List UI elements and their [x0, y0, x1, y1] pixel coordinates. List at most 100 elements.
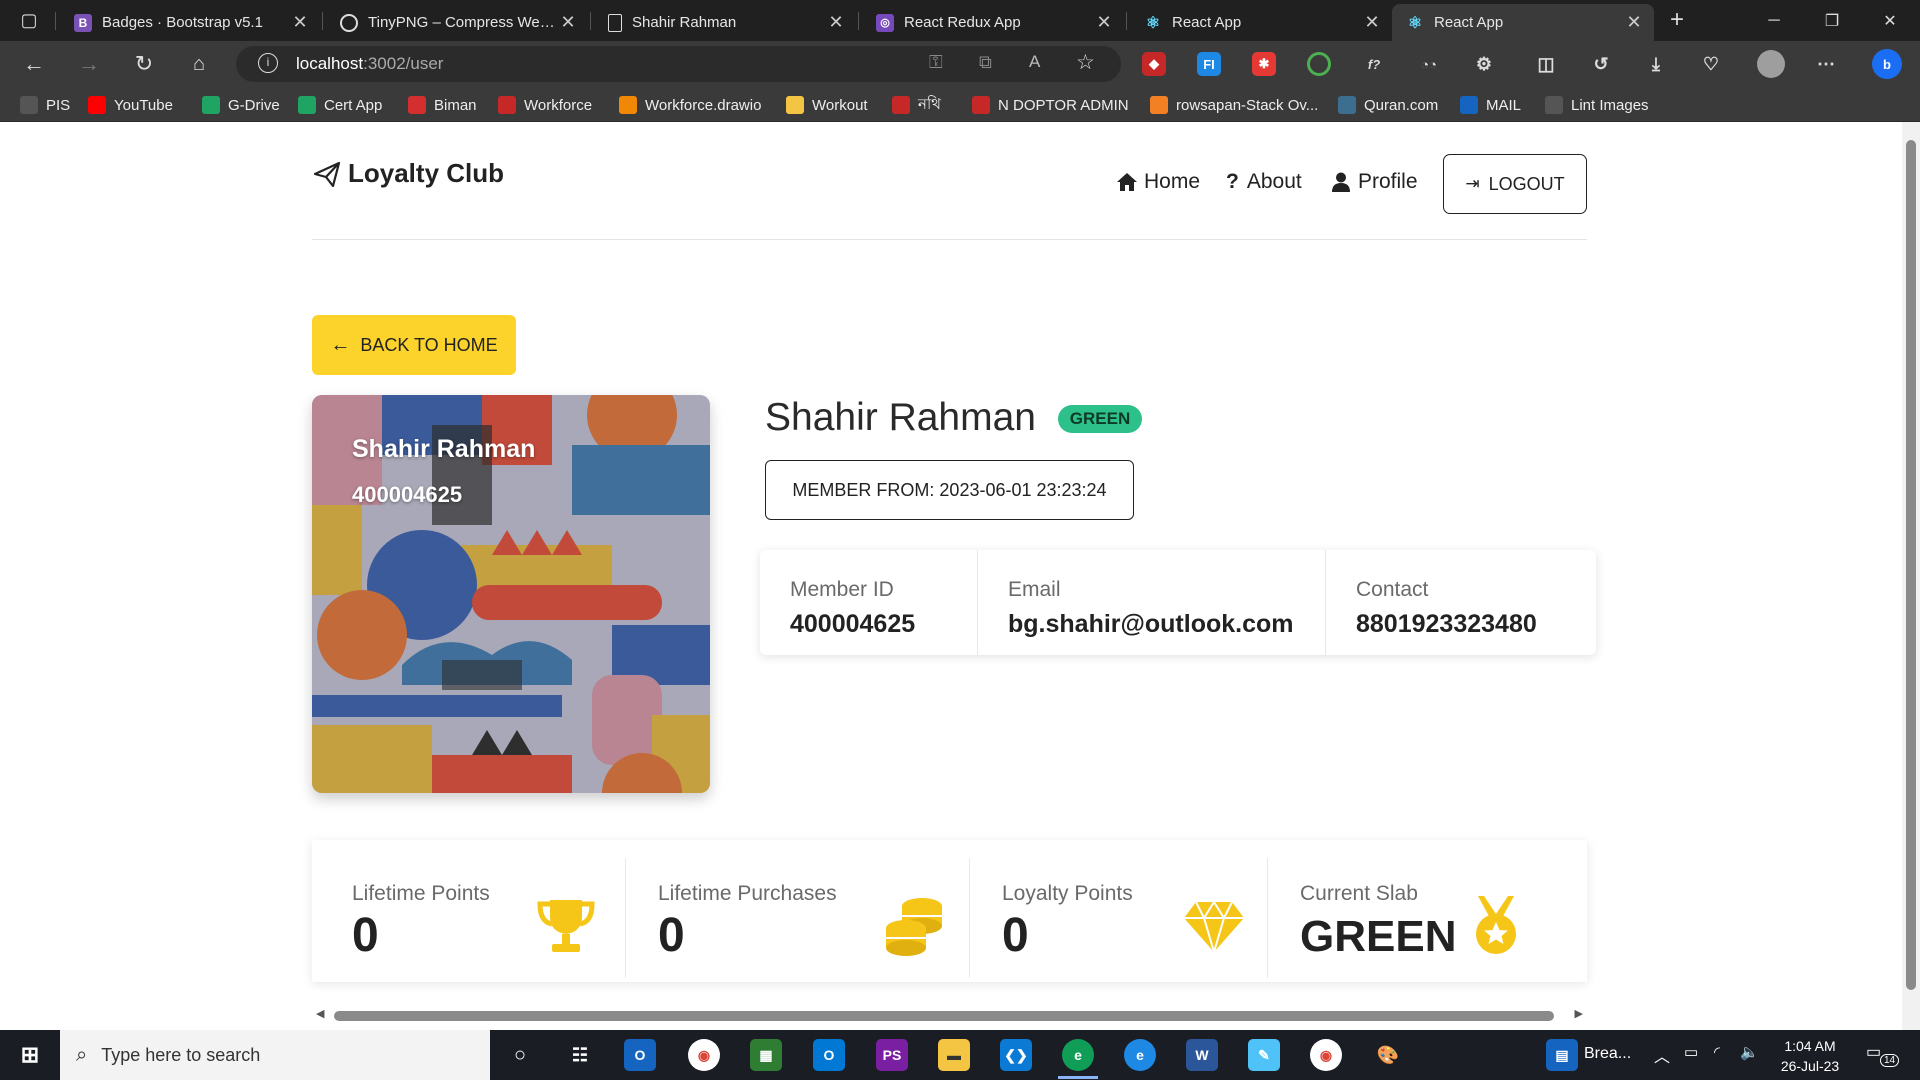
site-info-icon[interactable]: i	[258, 53, 278, 73]
back-arrow-icon[interactable]: ←	[17, 48, 51, 80]
windows-start-icon[interactable]: ⊞	[14, 1039, 46, 1071]
bookmark-item[interactable]: Workforce	[498, 94, 592, 116]
notepad-icon[interactable]: ✎	[1248, 1039, 1280, 1071]
bookmark-item[interactable]: Cert App	[298, 94, 382, 116]
extensions-icon[interactable]: ⚙	[1472, 52, 1496, 76]
close-icon[interactable]: ✕	[1624, 12, 1644, 33]
extension-circle-icon[interactable]	[1307, 52, 1331, 76]
key-icon[interactable]: ⚿	[929, 52, 943, 73]
bookmark-item[interactable]: Biman	[408, 94, 477, 116]
taskbar-search-box[interactable]: ⌕ Type here to search	[60, 1030, 490, 1080]
bookmark-item[interactable]: Quran.com	[1338, 94, 1438, 116]
widgets-icon[interactable]: ☷	[564, 1039, 596, 1071]
extension-puzzle-icon[interactable]: ✱	[1252, 52, 1276, 76]
membership-card: Shahir Rahman 400004625	[312, 395, 710, 793]
performance-icon[interactable]: ♡	[1699, 52, 1723, 76]
edge-dev-icon[interactable]: e	[1062, 1039, 1094, 1071]
close-icon[interactable]: ✕	[1362, 12, 1382, 33]
avatar[interactable]	[1757, 50, 1785, 78]
restore-button[interactable]: ❐	[1803, 0, 1861, 41]
tab-react-redux-app[interactable]: ◎ React Redux App ✕	[862, 4, 1124, 41]
tab-bootstrap-badges[interactable]: B Badges · Bootstrap v5.1 ✕	[60, 4, 320, 41]
horizontal-scroll-thumb[interactable]	[334, 1011, 1554, 1021]
outlook-preview-icon[interactable]: O	[624, 1039, 656, 1071]
bookmark-item[interactable]: Workforce.drawio	[619, 94, 761, 116]
more-menu-icon[interactable]: ⋯	[1814, 52, 1838, 76]
extension-shield-icon[interactable]: ◆	[1142, 52, 1166, 76]
back-to-home-label: BACK TO HOME	[360, 334, 498, 355]
tab-tinypng[interactable]: TinyPNG – Compress WebP ✕	[326, 4, 588, 41]
bing-chat-icon[interactable]: b	[1872, 49, 1902, 79]
close-icon[interactable]: ✕	[826, 12, 846, 33]
show-hidden-icons[interactable]: ︿	[1654, 1043, 1670, 1067]
extension-function-icon[interactable]: f?	[1362, 52, 1386, 76]
close-icon[interactable]: ✕	[1094, 12, 1114, 33]
bookmark-item[interactable]: Lint Images	[1545, 94, 1649, 116]
browser-toolbar: ← → ↻ ⌂ i localhost:3002/user ⚿ ⧉ A ☆ ◆ …	[0, 41, 1920, 87]
reload-icon[interactable]: ↻	[127, 48, 161, 80]
stat-value: 0	[1002, 909, 1029, 962]
nav-about-link[interactable]: ? About	[1226, 170, 1302, 194]
weather-icon[interactable]: ▤	[1546, 1039, 1578, 1071]
bookmark-item[interactable]: G-Drive	[202, 94, 280, 116]
new-tab-button[interactable]: +	[1660, 4, 1694, 36]
tab-shahir-rahman[interactable]: Shahir Rahman ✕	[594, 4, 856, 41]
close-icon[interactable]: ✕	[290, 12, 310, 33]
bookmark-item[interactable]: PIS	[20, 94, 70, 116]
arrow-left-icon: ←	[330, 333, 351, 356]
phpstorm-icon[interactable]: PS	[876, 1039, 908, 1071]
close-window-button[interactable]: ✕	[1861, 0, 1919, 41]
outlook-icon[interactable]: O	[813, 1039, 845, 1071]
scroll-left-icon[interactable]: ◀	[316, 1007, 324, 1020]
spreadsheet-icon[interactable]: ▦	[750, 1039, 782, 1071]
paint-icon[interactable]: 🎨	[1372, 1039, 1404, 1071]
notification-center-icon[interactable]: ▭ 14	[1866, 1042, 1900, 1070]
extension-glasses-icon[interactable]: ◔◔	[1417, 52, 1441, 76]
bookmark-item[interactable]: N DOPTOR ADMIN	[972, 94, 1129, 116]
home-icon[interactable]: ⌂	[182, 48, 216, 80]
horizontal-scrollbar[interactable]: ◀ ▶	[312, 1006, 1587, 1026]
back-to-home-button[interactable]: ← BACK TO HOME	[312, 315, 516, 375]
bookmark-item[interactable]: rowsapan-Stack Ov...	[1150, 94, 1318, 116]
url-text[interactable]: localhost:3002/user	[296, 54, 443, 74]
forward-arrow-icon[interactable]: →	[72, 48, 106, 80]
tab-actions-icon[interactable]: ▢	[12, 4, 46, 36]
wifi-icon[interactable]: ◜	[1714, 1043, 1720, 1061]
address-bar[interactable]: i localhost:3002/user ⚿ ⧉ A ☆	[236, 46, 1121, 82]
split-screen-icon[interactable]: ◫	[1534, 52, 1558, 76]
history-icon[interactable]: ↺	[1589, 52, 1613, 76]
extension-fi-icon[interactable]: FI	[1197, 52, 1221, 76]
task-view-icon[interactable]: ○	[504, 1039, 536, 1071]
vertical-scroll-thumb[interactable]	[1906, 140, 1916, 990]
file-explorer-icon[interactable]: ▬	[938, 1039, 970, 1071]
downloads-icon[interactable]: ⤓	[1644, 52, 1668, 76]
favorite-star-icon[interactable]: ☆	[1076, 50, 1095, 75]
read-aloud-icon[interactable]: A	[1029, 52, 1040, 72]
brand-logo[interactable]: Loyalty Club	[312, 158, 504, 189]
bookmark-item[interactable]: MAIL	[1460, 94, 1521, 116]
vscode-icon[interactable]: ❮❯	[1000, 1039, 1032, 1071]
system-clock[interactable]: 1:04 AM 26-Jul-23	[1765, 1036, 1855, 1076]
chrome-profile-icon[interactable]: ◉	[1310, 1039, 1342, 1071]
volume-icon[interactable]: 🔈	[1740, 1043, 1759, 1061]
bookmark-item[interactable]: YouTube	[88, 94, 173, 116]
open-app-icon[interactable]: ⧉	[979, 52, 992, 73]
tab-react-app-1[interactable]: ⚛ React App ✕	[1130, 4, 1392, 41]
network-icon[interactable]: ▭	[1684, 1043, 1698, 1061]
weather-text[interactable]: Brea...	[1584, 1045, 1631, 1063]
nav-home-link[interactable]: Home	[1116, 170, 1200, 194]
chrome-icon[interactable]: ◉	[688, 1039, 720, 1071]
scroll-right-icon[interactable]: ▶	[1575, 1007, 1583, 1020]
bookmark-item[interactable]: Workout	[786, 94, 868, 116]
tab-react-app-active[interactable]: ⚛ React App ✕	[1392, 4, 1654, 41]
edge-icon[interactable]: e	[1124, 1039, 1156, 1071]
logout-button[interactable]: ⇥ LOGOUT	[1443, 154, 1587, 214]
sign-out-icon: ⇥	[1465, 174, 1480, 193]
word-icon[interactable]: W	[1186, 1039, 1218, 1071]
minimize-button[interactable]: ─	[1745, 0, 1803, 41]
member-since-box: MEMBER FROM: 2023-06-01 23:23:24	[765, 460, 1134, 520]
member-id-label: Member ID	[790, 578, 894, 601]
close-icon[interactable]: ✕	[558, 12, 578, 33]
bookmark-item[interactable]: নথি	[892, 94, 941, 116]
nav-profile-link[interactable]: Profile	[1331, 170, 1418, 194]
